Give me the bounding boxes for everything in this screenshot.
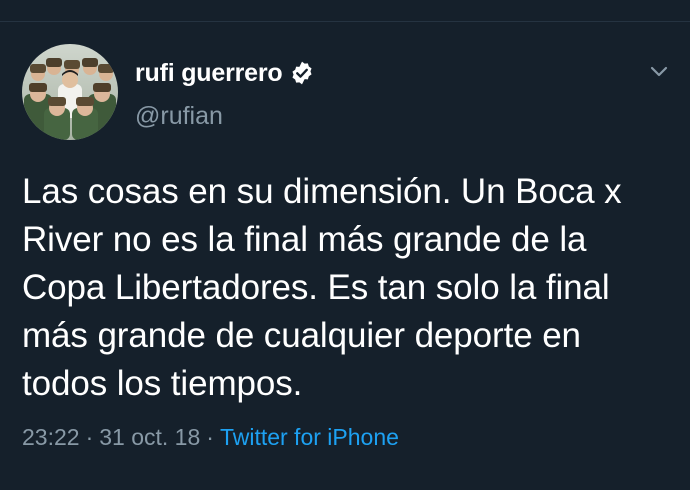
meta-separator: · bbox=[206, 424, 214, 450]
avatar-image bbox=[22, 44, 118, 140]
user-handle[interactable]: @rufian bbox=[135, 102, 223, 131]
tweet-time[interactable]: 23:22 bbox=[22, 424, 80, 450]
tweet-card: rufi guerrero @rufian Las cosas en su di… bbox=[0, 22, 690, 490]
verified-badge-icon bbox=[289, 60, 315, 86]
top-divider bbox=[0, 0, 690, 22]
tweet-meta: 23:22 · 31 oct. 18 · Twitter for iPhone bbox=[22, 424, 399, 451]
tweet-date[interactable]: 31 oct. 18 bbox=[99, 424, 200, 450]
avatar[interactable] bbox=[22, 44, 118, 140]
tweet-source-link[interactable]: Twitter for iPhone bbox=[220, 424, 399, 450]
meta-separator: · bbox=[85, 424, 94, 450]
tweet-text: Las cosas en su dimensión. Un Boca x Riv… bbox=[22, 172, 622, 403]
display-name[interactable]: rufi guerrero bbox=[135, 59, 283, 88]
chevron-down-icon[interactable] bbox=[647, 64, 671, 80]
author-row[interactable]: rufi guerrero bbox=[135, 56, 315, 90]
